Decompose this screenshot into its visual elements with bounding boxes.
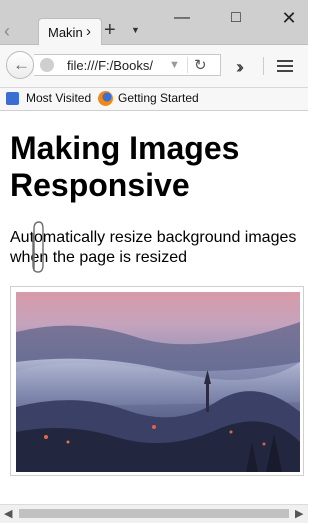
tab-title: Makin [48, 25, 82, 40]
globe-icon [40, 58, 54, 72]
bookmark-most-visited[interactable]: Most Visited [26, 91, 91, 105]
image-frame [10, 286, 304, 476]
url-dropdown-icon[interactable]: ▼ [169, 59, 180, 71]
page-content: Making Images Responsive Automatically r… [0, 111, 308, 506]
hamburger-menu-icon[interactable] [277, 60, 293, 72]
bookmarks-toolbar: Most Visited Getting Started [0, 88, 308, 111]
paperclip-icon [32, 221, 44, 273]
firefox-icon [98, 91, 113, 106]
tab-scroll-left-icon[interactable]: ‹ [4, 22, 18, 40]
title-bar: — □ ✕ ‹ Makin › + ▼ [0, 0, 308, 45]
tab-list-chevron-icon[interactable]: ▼ [131, 25, 140, 35]
scrollbar-thumb[interactable] [19, 509, 289, 518]
bookmark-getting-started[interactable]: Getting Started [118, 91, 199, 105]
url-divider [187, 57, 188, 73]
reload-icon[interactable]: ↻ [194, 56, 207, 74]
scroll-right-arrow-icon[interactable]: ▶ [295, 507, 303, 520]
overflow-chevron-icon[interactable]: ›› [236, 57, 244, 78]
horizontal-scrollbar[interactable]: ◀ ▶ [0, 504, 308, 523]
tab-scroll-right-icon[interactable]: › [86, 23, 91, 40]
page-title: Making Images Responsive [10, 130, 240, 203]
active-tab[interactable]: Makin › [38, 18, 102, 45]
landscape-image [16, 292, 300, 472]
new-tab-button[interactable]: + [104, 20, 122, 40]
maximize-icon[interactable]: □ [219, 6, 253, 30]
page-description: Automatically resize background images w… [10, 229, 297, 266]
close-icon[interactable]: ✕ [272, 6, 306, 30]
url-text[interactable]: file:///F:/Books/ [67, 58, 153, 73]
bookmark-icon [6, 92, 19, 105]
back-arrow-icon: ← [13, 55, 30, 74]
toolbar-divider [263, 57, 264, 75]
back-button[interactable]: ← [6, 51, 34, 79]
scroll-left-arrow-icon[interactable]: ◀ [4, 507, 12, 520]
minimize-icon[interactable]: — [165, 6, 199, 30]
url-bar[interactable]: file:///F:/Books/ ▼ ↻ [34, 54, 221, 76]
navigation-toolbar: ← file:///F:/Books/ ▼ ↻ ›› [0, 45, 308, 88]
